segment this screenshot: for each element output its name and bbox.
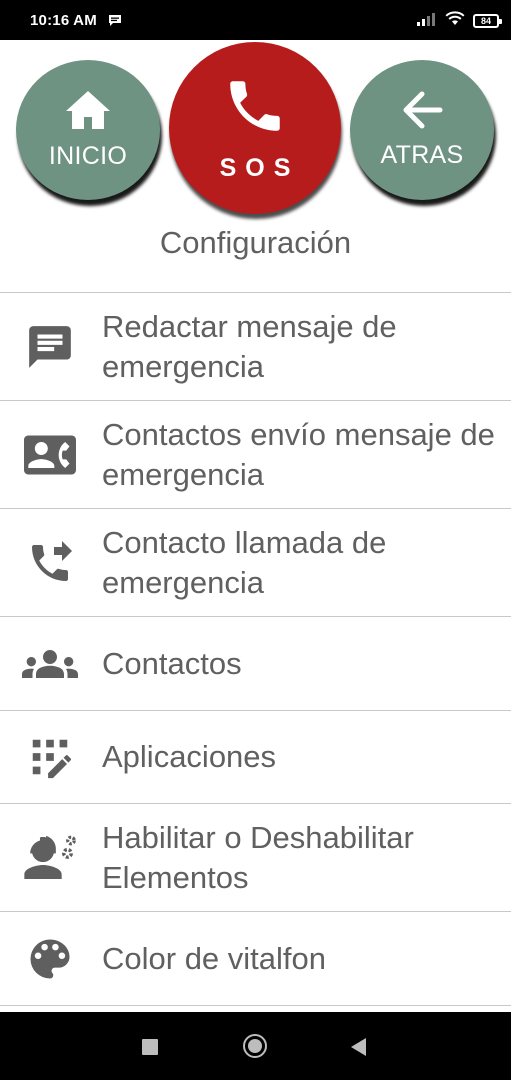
apps-edit-icon [22, 729, 78, 785]
status-icons: 84 [417, 11, 502, 31]
contact-phone-icon [22, 427, 78, 483]
engineer-icon [22, 830, 78, 886]
wifi-icon [445, 11, 465, 31]
home-button[interactable]: INICIO [16, 60, 160, 200]
settings-menu: Redactar mensaje de emergencia Contactos… [0, 292, 511, 1006]
navigation-bar [0, 1012, 511, 1080]
signal-icon [417, 12, 437, 31]
page-title: Configuración [159, 225, 352, 260]
sos-button[interactable]: SOS [169, 42, 341, 214]
menu-item-label: Contactos envío mensaje de emergencia [102, 416, 495, 492]
battery-level: 84 [480, 15, 491, 26]
home-button-label: INICIO [48, 142, 128, 170]
menu-item-label: Redactar mensaje de emergencia [102, 308, 397, 384]
menu-item-label: Contacto llamada de emergencia [102, 524, 387, 600]
phone-icon [222, 73, 288, 144]
group-icon [22, 636, 78, 692]
battery-icon: 84 [473, 14, 502, 28]
palette-icon [22, 931, 78, 987]
status-bar: 10:16 AM 84 [0, 0, 511, 40]
menu-item-emergency-message[interactable]: Redactar mensaje de emergencia [0, 293, 511, 401]
status-time: 10:16 AM [30, 12, 97, 29]
message-icon [22, 319, 78, 375]
back-button[interactable]: ATRAS [350, 60, 494, 200]
menu-item-emergency-call-contact[interactable]: Contacto llamada de emergencia [0, 509, 511, 617]
menu-item-emergency-message-contacts[interactable]: Contactos envío mensaje de emergencia [0, 401, 511, 509]
menu-item-label: Contactos [102, 645, 242, 681]
chat-bubble-icon [108, 14, 122, 32]
phone-forwarded-icon [22, 535, 78, 591]
menu-item-contacts[interactable]: Contactos [0, 617, 511, 711]
home-circle-icon[interactable] [243, 1034, 267, 1058]
menu-item-label: Color de vitalfon [102, 940, 327, 976]
menu-item-label: Aplicaciones [102, 739, 277, 774]
menu-item-label: Habilitar o Deshabilitar Elementos [102, 819, 414, 895]
menu-item-enable-disable[interactable]: Habilitar o Deshabilitar Elementos [0, 804, 511, 912]
menu-item-vitalfon-color[interactable]: Color de vitalfon [0, 912, 511, 1006]
back-button-label: ATRAS [380, 141, 464, 169]
recent-apps-icon[interactable] [142, 1039, 158, 1055]
arrow-left-icon [400, 90, 444, 135]
back-triangle-icon[interactable] [351, 1038, 366, 1056]
menu-item-applications[interactable]: Aplicaciones [0, 711, 511, 804]
sos-button-label: SOS [219, 154, 300, 182]
home-icon [64, 89, 112, 136]
